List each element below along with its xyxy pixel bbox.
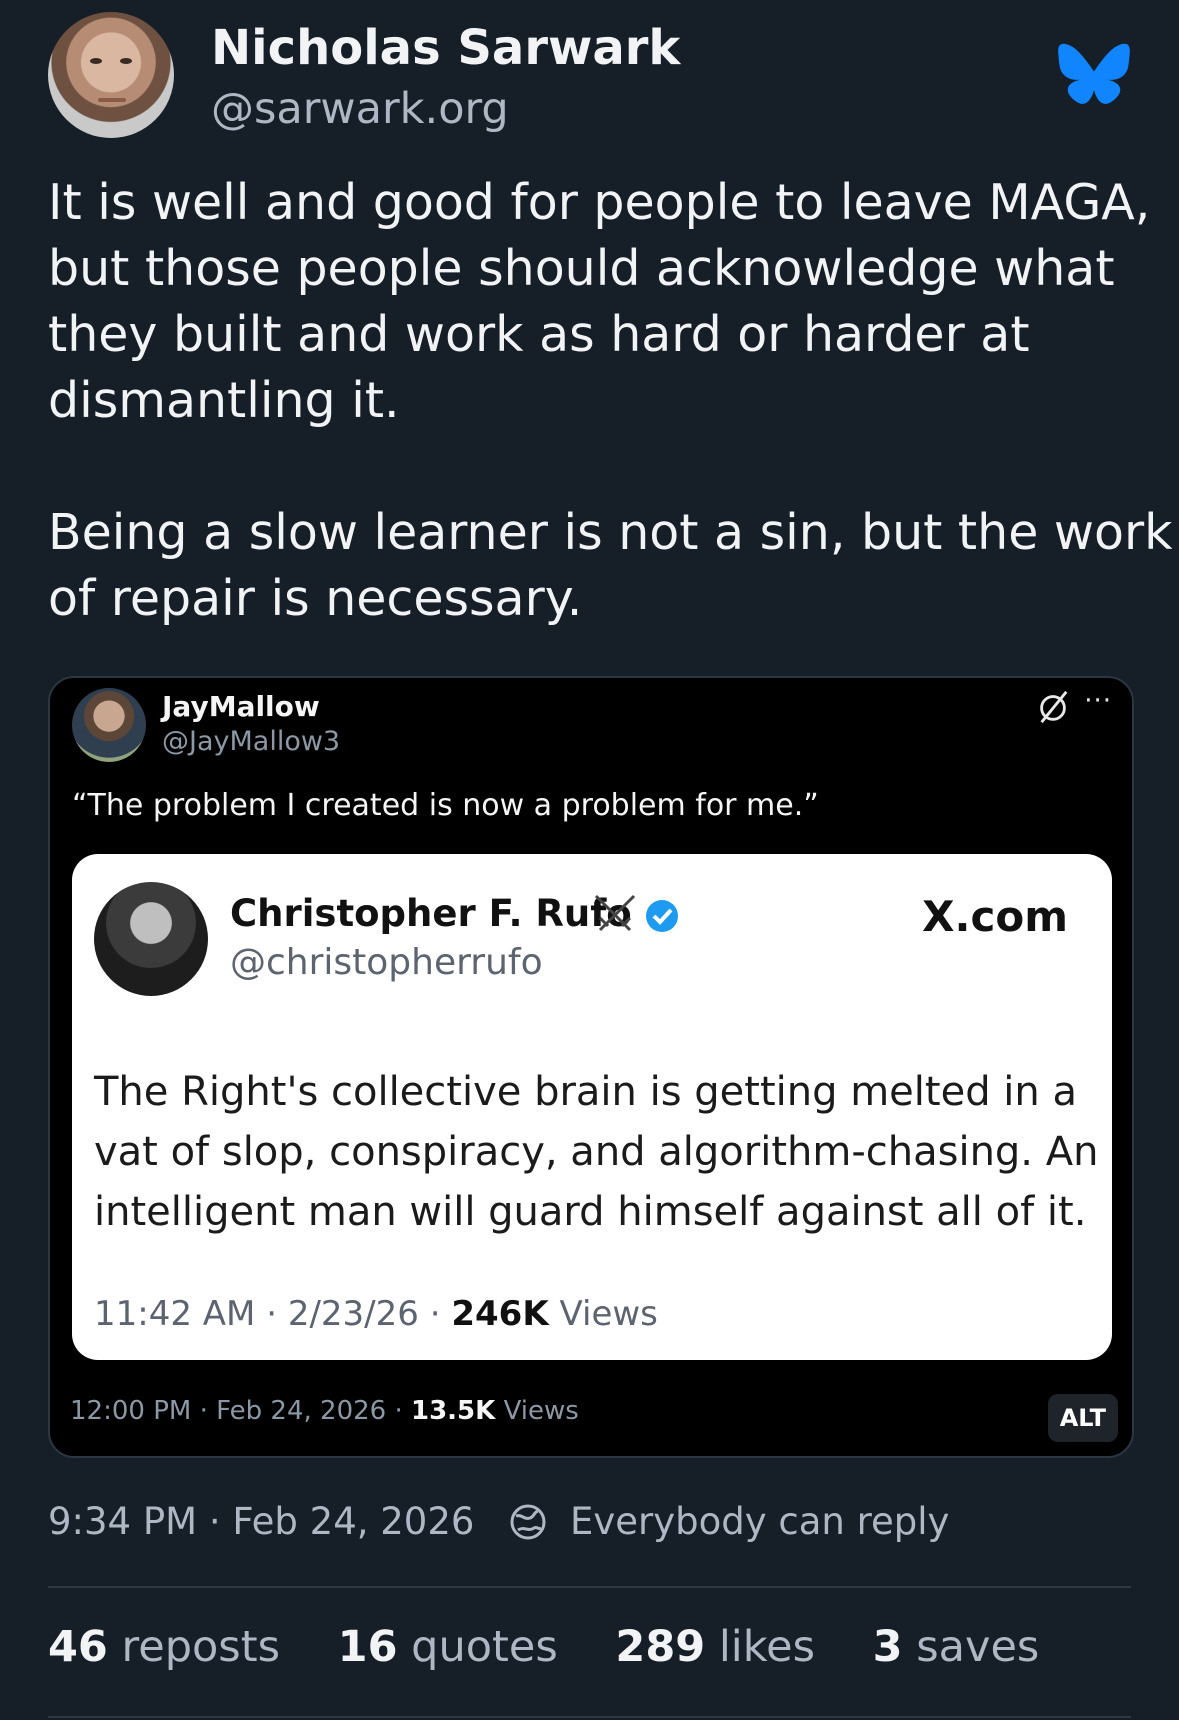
separator: ·: [208, 1500, 221, 1543]
quoted-views-label: Views: [559, 1294, 658, 1334]
author-handle[interactable]: @sarwark.org: [211, 84, 509, 134]
quoted-post-text: The Right's collective brain is getting …: [94, 1062, 1099, 1242]
divider: [48, 1586, 1131, 1588]
reposts-count: 46: [48, 1622, 108, 1672]
quotes-count: 16: [337, 1622, 398, 1672]
likes-label: likes: [718, 1622, 815, 1672]
embed-views-label: Views: [503, 1396, 579, 1426]
embed-time: 12:00 PM: [70, 1396, 192, 1426]
separator: ·: [199, 1396, 208, 1426]
likes-count: 289: [615, 1622, 706, 1672]
more-icon: ···: [1084, 686, 1112, 716]
embedded-screenshot[interactable]: JayMallow @JayMallow3 ··· “The problem I…: [48, 676, 1134, 1458]
verified-badge-icon: [646, 900, 678, 932]
post-header: Nicholas Sarwark @sarwark.org: [48, 12, 1131, 142]
crossed-swords-icon: [594, 894, 636, 932]
quoted-views-count: 246K: [451, 1294, 549, 1334]
separator: ·: [266, 1294, 278, 1334]
source-label: X.com: [922, 892, 1068, 941]
post-text-line: but those people should acknowledge what: [48, 240, 1115, 297]
quoted-author-handle: @christopherrufo: [230, 942, 543, 983]
separator: ·: [394, 1396, 403, 1426]
divider: [48, 1716, 1131, 1718]
quoted-author-name: Christopher F. Rufo: [230, 892, 632, 935]
post-time: 9:34 PM: [48, 1500, 198, 1543]
grok-icon: [1040, 690, 1068, 724]
reposts-stat[interactable]: 46 reposts: [48, 1622, 280, 1672]
quoted-text-line: intelligent man will guard himself again…: [94, 1189, 1087, 1235]
post-text-line: they built and work as hard or harder at: [48, 306, 1030, 363]
embed-quote-text: “The problem I created is now a problem …: [72, 788, 819, 823]
globe-icon: [510, 1504, 546, 1540]
author-display-name[interactable]: Nicholas Sarwark: [211, 20, 680, 76]
author-avatar[interactable]: [48, 12, 174, 138]
engagement-stats: 46 reposts 16 quotes 289 likes 3 saves: [48, 1622, 1083, 1672]
embed-views-count: 13.5K: [411, 1396, 496, 1426]
post-text-line: It is well and good for people to leave …: [48, 174, 1151, 231]
quoted-date: 2/23/26: [287, 1294, 419, 1334]
embed-author-handle: @JayMallow3: [162, 726, 341, 757]
embed-date: Feb 24, 2026: [216, 1396, 387, 1426]
likes-stat[interactable]: 289 likes: [615, 1622, 815, 1672]
quoted-time: 11:42 AM: [94, 1294, 256, 1334]
quoted-post-meta: 11:42 AM · 2/23/26 · 246K Views: [94, 1294, 658, 1334]
post-text-line: dismantling it.: [48, 372, 400, 429]
quoted-text-line: The Right's collective brain is getting …: [94, 1069, 1077, 1115]
reply-setting[interactable]: Everybody can reply: [570, 1500, 949, 1543]
post-text: It is well and good for people to leave …: [48, 170, 1173, 632]
alt-text-button[interactable]: ALT: [1047, 1394, 1118, 1442]
separator: ·: [429, 1294, 441, 1334]
post-text-line: Being a slow learner is not a sin, but t…: [48, 504, 1173, 561]
quoted-author-avatar: [94, 882, 208, 996]
embed-meta: 12:00 PM · Feb 24, 2026 · 13.5K Views: [70, 1396, 579, 1426]
post-text-line: of repair is necessary.: [48, 570, 583, 627]
quoted-post-card: Christopher F. Rufo @christopherrufo X.c…: [72, 854, 1112, 1360]
embed-author-name: JayMallow: [162, 690, 320, 723]
quotes-label: quotes: [411, 1622, 558, 1672]
quoted-text-line: vat of slop, conspiracy, and algorithm-c…: [94, 1129, 1099, 1175]
post-meta: 9:34 PM · Feb 24, 2026 Everybody can rep…: [48, 1500, 949, 1543]
embed-author-avatar: [72, 688, 146, 762]
quotes-stat[interactable]: 16 quotes: [338, 1622, 558, 1672]
reposts-label: reposts: [121, 1622, 280, 1672]
post-date: Feb 24, 2026: [232, 1500, 475, 1543]
bluesky-butterfly-icon: [1058, 43, 1130, 104]
saves-label: saves: [916, 1622, 1040, 1672]
saves-count: 3: [872, 1622, 903, 1672]
saves-stat[interactable]: 3 saves: [873, 1622, 1040, 1672]
